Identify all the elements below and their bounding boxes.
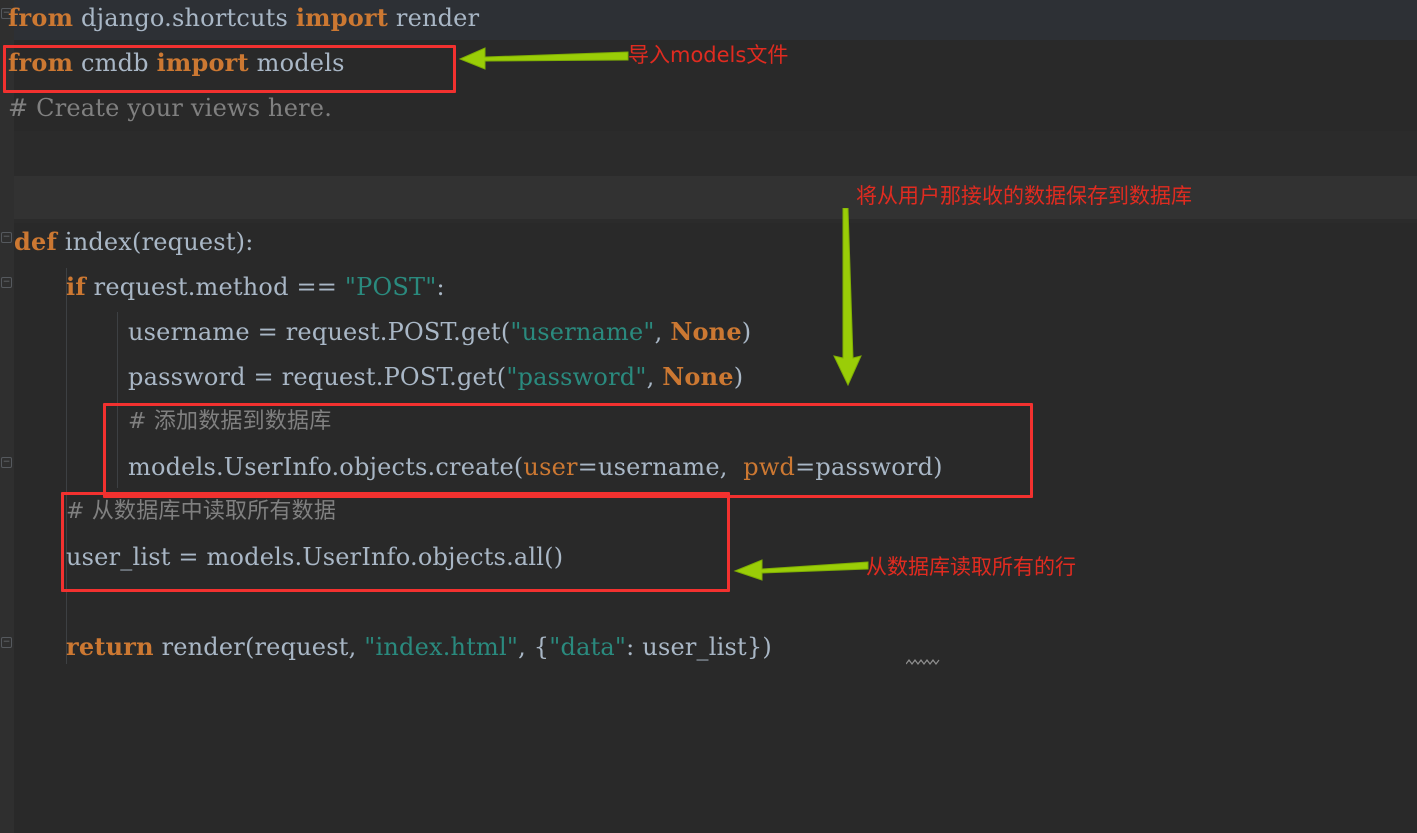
keyword-from: from (8, 3, 74, 32)
annotation-box-import-models (3, 45, 456, 93)
code-line-6[interactable]: username = request.POST.get("username", … (128, 317, 752, 346)
string-post: "POST" (344, 273, 437, 301)
code-line-1[interactable]: from django.shortcuts import render (8, 3, 480, 32)
paren-close: ) (741, 318, 752, 346)
assign-username: username = request.POST.get( (128, 318, 511, 346)
keyword-import: import (295, 3, 389, 32)
keyword-if: if (66, 272, 86, 301)
blank-band-lower (0, 219, 1417, 223)
code-line-5[interactable]: if request.method == "POST": (66, 272, 445, 301)
keyword-return: return (66, 632, 154, 661)
annotation-box-create-data (103, 403, 1033, 498)
paren-close: ) (733, 363, 744, 391)
string-username: "username" (510, 318, 655, 346)
annotation-label-save-received-data: 将从用户那接收的数据保存到数据库 (856, 184, 1192, 208)
comma: , (654, 318, 671, 346)
fold-marker-icon-5[interactable]: − (1, 637, 12, 648)
code-editor-screenshot: − − − − − from django.shortcuts import r… (0, 0, 1417, 833)
fold-marker-icon-3[interactable]: − (1, 277, 12, 288)
render-call: render(request, (153, 633, 365, 661)
condition-expr: request.method == (85, 273, 345, 301)
code-line-12[interactable]: return render(request, "index.html", {"d… (66, 632, 772, 661)
annotation-box-read-data (61, 492, 730, 592)
string-password: "password" (506, 363, 647, 391)
fold-marker-icon-4[interactable]: − (1, 457, 12, 468)
editor-gutter[interactable] (0, 0, 14, 833)
indent-guide-1 (66, 268, 67, 664)
code-line-7[interactable]: password = request.POST.get("password", … (128, 362, 744, 391)
editor-empty-area (0, 680, 1417, 833)
annotation-label-read-all-rows: 从数据库读取所有的行 (866, 555, 1076, 579)
down-arrow-icon-save-data (833, 208, 862, 386)
keyword-none: None (662, 362, 734, 391)
function-signature: index(request): (56, 228, 254, 256)
fold-marker-icon-2[interactable]: − (1, 232, 12, 243)
code-line-3-comment[interactable]: # Create your views here. (8, 96, 332, 120)
import-target: render (388, 4, 480, 32)
left-arrow-icon-import (458, 47, 629, 70)
code-line-4[interactable]: def index(request): (14, 227, 254, 256)
string-template-name: "index.html" (364, 633, 519, 661)
warning-squiggle-icon (906, 659, 940, 665)
left-arrow-icon-read-rows (733, 559, 869, 581)
dict-tail: : user_list}) (626, 633, 772, 661)
assign-password: password = request.POST.get( (128, 363, 507, 391)
dict-open: , { (518, 633, 550, 661)
keyword-def: def (14, 227, 57, 256)
string-data-key: "data" (549, 633, 627, 661)
blank-band-upper (0, 131, 1417, 176)
secondary-highlight-band (0, 176, 1417, 219)
annotation-label-import-models: 导入models文件 (628, 43, 789, 67)
colon: : (436, 273, 445, 301)
keyword-none: None (670, 317, 742, 346)
module-path: django.shortcuts (73, 4, 296, 32)
comma: , (646, 363, 663, 391)
